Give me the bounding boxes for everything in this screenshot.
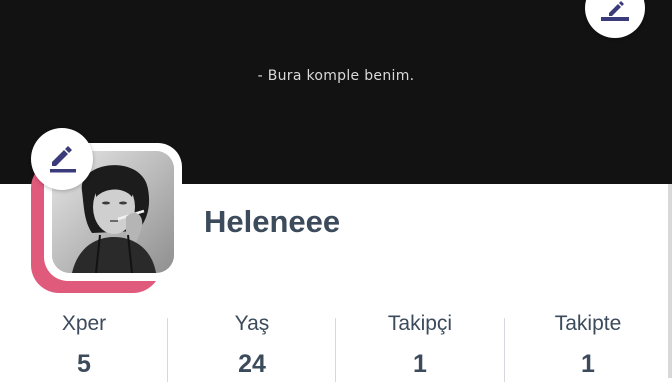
stat-label: Takipçi bbox=[387, 312, 453, 335]
stat-value: 1 bbox=[581, 350, 595, 378]
stat-following[interactable]: Takipte 1 bbox=[504, 304, 672, 378]
edit-avatar-button[interactable] bbox=[31, 128, 93, 190]
stat-age[interactable]: Yaş 24 bbox=[168, 304, 336, 378]
scrollbar[interactable] bbox=[668, 184, 672, 378]
stat-value: 1 bbox=[413, 350, 427, 378]
pencil-edit-icon bbox=[50, 146, 76, 173]
stat-label: Xper bbox=[61, 312, 107, 335]
stat-value: 5 bbox=[77, 350, 91, 378]
stat-label: Yaş bbox=[234, 312, 270, 335]
stat-label: Takipte bbox=[554, 312, 622, 335]
cover-bio-text: - Bura komple benim. bbox=[257, 68, 415, 84]
stat-xper[interactable]: Xper 5 bbox=[0, 304, 168, 378]
username: Heleneee bbox=[204, 204, 341, 239]
pencil-edit-icon bbox=[601, 1, 629, 21]
profile-stats: Xper 5 Yaş 24 Takipçi 1 Takipte 1 bbox=[0, 304, 672, 382]
stat-followers[interactable]: Takipçi 1 bbox=[336, 304, 504, 378]
stat-value: 24 bbox=[238, 350, 266, 378]
